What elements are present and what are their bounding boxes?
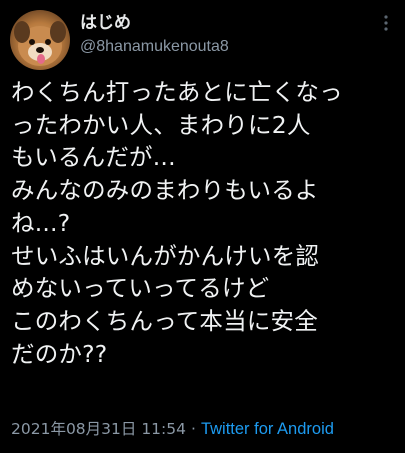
tweet-text-line: みんなのみのまわりもいるよ	[11, 176, 319, 205]
tweet-text-line: だのか??	[11, 339, 108, 368]
timestamp[interactable]: 2021年08月31日 11:54	[11, 420, 186, 438]
avatar[interactable]	[10, 10, 70, 70]
tweet-meta: 2021年08月31日 11:54 · Twitter for Android	[11, 419, 334, 439]
tweet-text: わくちん打ったあとに亡くなっ ったわかい人、まわりに2人 もいるんだが... み…	[11, 76, 403, 370]
tweet-text-line: せいふはいんがかんけいを認	[11, 241, 320, 270]
tweet-text-line: ったわかい人、まわりに2人	[11, 110, 311, 139]
tweet-text-line: ね...?	[11, 208, 71, 237]
meta-separator: ·	[191, 420, 196, 438]
tweet-text-line: このわくちんって本当に安全	[11, 306, 318, 335]
user-handle[interactable]: @8hanamukenouta8	[80, 37, 229, 57]
display-name[interactable]: はじめ	[80, 12, 229, 34]
tweet-text-line: もいるんだが...	[11, 143, 176, 172]
source-link[interactable]: Twitter for Android	[201, 420, 334, 438]
more-options-icon[interactable]	[377, 14, 395, 32]
dog-avatar-icon	[14, 21, 66, 66]
tweet-header: はじめ @8hanamukenouta8	[80, 12, 229, 57]
tweet-text-line: めないっていってるけど	[11, 274, 270, 303]
tweet-text-line: わくちん打ったあとに亡くなっ	[11, 78, 343, 106]
tweet-card: はじめ @8hanamukenouta8 わくちん打ったあとに亡くなっ ったわか…	[0, 0, 405, 453]
